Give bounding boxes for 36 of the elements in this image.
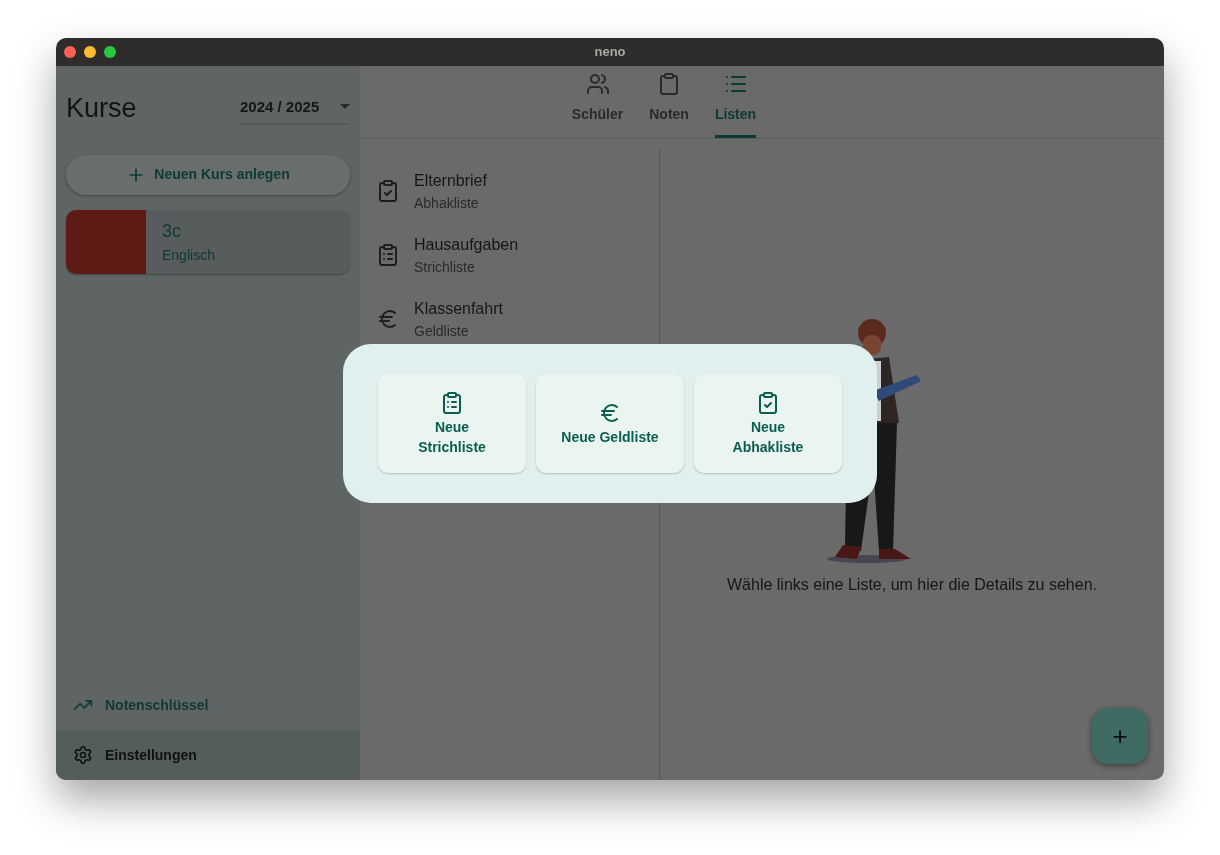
new-list-option[interactable]: Neue Geldliste <box>536 374 684 473</box>
school-year-dropdown[interactable]: 2024 / 2025 <box>240 91 350 126</box>
new-list-option[interactable]: Neue Strichliste <box>378 374 526 473</box>
tab[interactable]: Schüler <box>571 72 624 138</box>
new-course-button[interactable]: Neuen Kurs anlegen <box>66 154 350 195</box>
tab[interactable]: Noten <box>649 72 689 138</box>
clipboard-list-icon <box>376 243 400 267</box>
list-title: Hausaufgaben <box>414 234 519 255</box>
people-icon <box>585 72 610 96</box>
list-title: Elternbrief <box>414 170 487 191</box>
course-name: 3c <box>162 219 182 243</box>
list-title: Klassenfahrt <box>414 298 503 319</box>
course-subject: Englisch <box>162 245 215 265</box>
clipboard-list-icon <box>440 390 464 415</box>
list-type: Abhakliste <box>414 193 480 213</box>
sidebar-title: Kurse <box>66 92 137 125</box>
maximize-window-button[interactable] <box>104 46 116 58</box>
tab[interactable]: Listen <box>714 72 757 138</box>
course-card[interactable]: 3c Englisch <box>66 209 350 274</box>
list-item[interactable]: Klassenfahrt Geldliste <box>360 287 659 351</box>
new-list-option[interactable]: Neue Abhakliste <box>694 374 842 473</box>
clipboard-check-icon <box>756 390 780 415</box>
list-type: Strichliste <box>414 257 476 277</box>
close-window-button[interactable] <box>64 46 76 58</box>
sidebar-nav-item[interactable]: Einstellungen <box>56 730 360 780</box>
add-button[interactable]: + <box>1092 708 1148 764</box>
dropdown-caret-icon <box>340 104 350 111</box>
list-item[interactable]: Hausaufgaben Strichliste <box>360 223 659 287</box>
settings-icon <box>73 745 93 765</box>
minimize-window-button[interactable] <box>84 46 96 58</box>
sidebar-nav-item[interactable]: Notenschlüssel <box>56 680 360 730</box>
clipboard-check-icon <box>376 179 400 203</box>
empty-state-text: Wähle links eine Liste, um hier die Details zu sehen. <box>727 575 1097 595</box>
window-title: neno <box>594 43 626 62</box>
list-item[interactable]: Elternbrief Abhakliste <box>360 159 659 223</box>
list-type: Geldliste <box>414 321 470 341</box>
